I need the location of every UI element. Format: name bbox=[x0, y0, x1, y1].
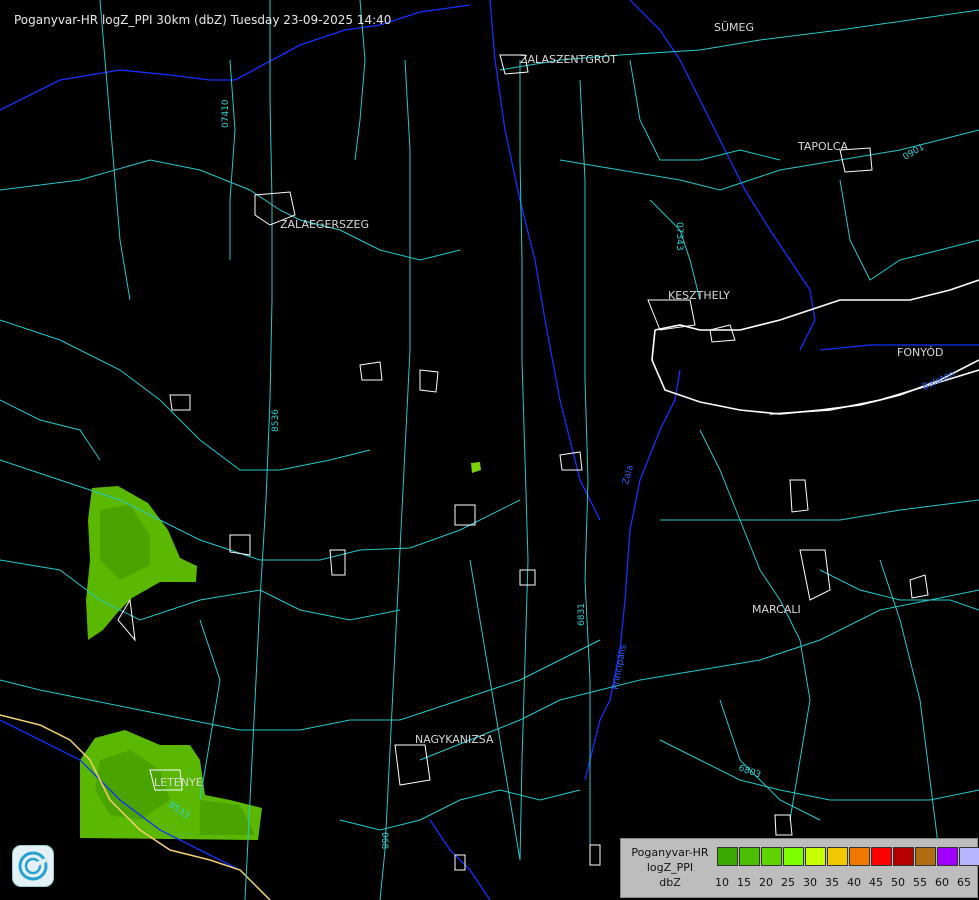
city-letenye: LETENYE bbox=[154, 776, 203, 789]
road-labels: 07410 07343 8536 6831 6803 0901 068 8533 bbox=[166, 99, 926, 849]
legend-swatch bbox=[959, 847, 979, 866]
city-zalaszentgrot: ZALASZENTGRÓT bbox=[520, 53, 617, 66]
legend-tick: 70 bbox=[975, 876, 979, 889]
legend-tick: 30 bbox=[803, 876, 817, 889]
radar-map: SÜMEG ZALASZENTGRÓT TAPOLCA ZALAEGERSZEG… bbox=[0, 0, 979, 900]
legend-swatch bbox=[915, 847, 936, 866]
legend-tick: 10 bbox=[715, 876, 729, 889]
road-label-8536: 8536 bbox=[271, 409, 281, 432]
legend-tick: 35 bbox=[825, 876, 839, 889]
road-label-07343: 07343 bbox=[674, 222, 684, 251]
city-keszthely: KESZTHELY bbox=[668, 289, 730, 302]
legend-swatch bbox=[893, 847, 914, 866]
road-label-0901: 0901 bbox=[902, 142, 927, 162]
radar-echoes bbox=[80, 462, 481, 840]
legend-swatch bbox=[849, 847, 870, 866]
road-label-6803: 6803 bbox=[737, 763, 762, 780]
legend-tick: 45 bbox=[869, 876, 883, 889]
legend-tick: 25 bbox=[781, 876, 795, 889]
legend-swatch bbox=[783, 847, 804, 866]
legend-tick: 50 bbox=[891, 876, 905, 889]
radar-swirl-icon bbox=[12, 845, 54, 887]
legend-tick: 15 bbox=[737, 876, 751, 889]
legend-ticks: 10 15 20 25 30 35 40 45 50 55 60 65 70 bbox=[711, 876, 979, 889]
legend-line1: Poganyvar-HR bbox=[631, 846, 709, 859]
dbz-legend: Poganyvar-HR logZ_PPI dbZ 10 15 20 25 30 35 40… bbox=[620, 838, 979, 898]
legend-swatch bbox=[739, 847, 760, 866]
legend-color-bar bbox=[717, 847, 979, 866]
legend-tick: 40 bbox=[847, 876, 861, 889]
legend-tick: 55 bbox=[913, 876, 927, 889]
legend-tick: 60 bbox=[935, 876, 949, 889]
city-labels: SÜMEG ZALASZENTGRÓT TAPOLCA ZALAEGERSZEG… bbox=[154, 21, 943, 789]
river-label-balaton: Balaton bbox=[921, 369, 956, 393]
city-sumeg: SÜMEG bbox=[714, 21, 754, 34]
legend-tick: 20 bbox=[759, 876, 773, 889]
legend-swatch bbox=[827, 847, 848, 866]
city-nagykanizsa: NAGYKANIZSA bbox=[415, 733, 494, 746]
legend-line3: dbZ bbox=[659, 876, 681, 889]
city-zalaegerszeg: ZALAEGERSZEG bbox=[280, 218, 369, 231]
legend-title: Poganyvar-HR logZ_PPI dbZ bbox=[625, 845, 715, 890]
map-title: Poganyvar-HR logZ_PPI 30km (dbZ) Tuesday… bbox=[14, 13, 392, 27]
road-label-07410: 07410 bbox=[221, 99, 231, 128]
road-label-6831: 6831 bbox=[577, 603, 587, 626]
legend-swatch bbox=[871, 847, 892, 866]
road-label-068: 068 bbox=[379, 832, 389, 849]
river-label-zala: Zala bbox=[621, 464, 636, 486]
legend-swatch bbox=[761, 847, 782, 866]
legend-swatch bbox=[805, 847, 826, 866]
legend-tick: 65 bbox=[957, 876, 971, 889]
legend-swatch bbox=[717, 847, 738, 866]
settlements bbox=[117, 54, 929, 871]
river-labels: Zala Balaton Principális bbox=[611, 369, 956, 690]
legend-line2: logZ_PPI bbox=[646, 861, 694, 874]
city-fonyod: FONYÓD bbox=[897, 346, 943, 359]
echo-small bbox=[471, 462, 481, 473]
legend-swatch bbox=[937, 847, 958, 866]
city-tapolca: TAPOLCA bbox=[797, 140, 848, 153]
city-marcali: MARCALI bbox=[752, 603, 801, 616]
